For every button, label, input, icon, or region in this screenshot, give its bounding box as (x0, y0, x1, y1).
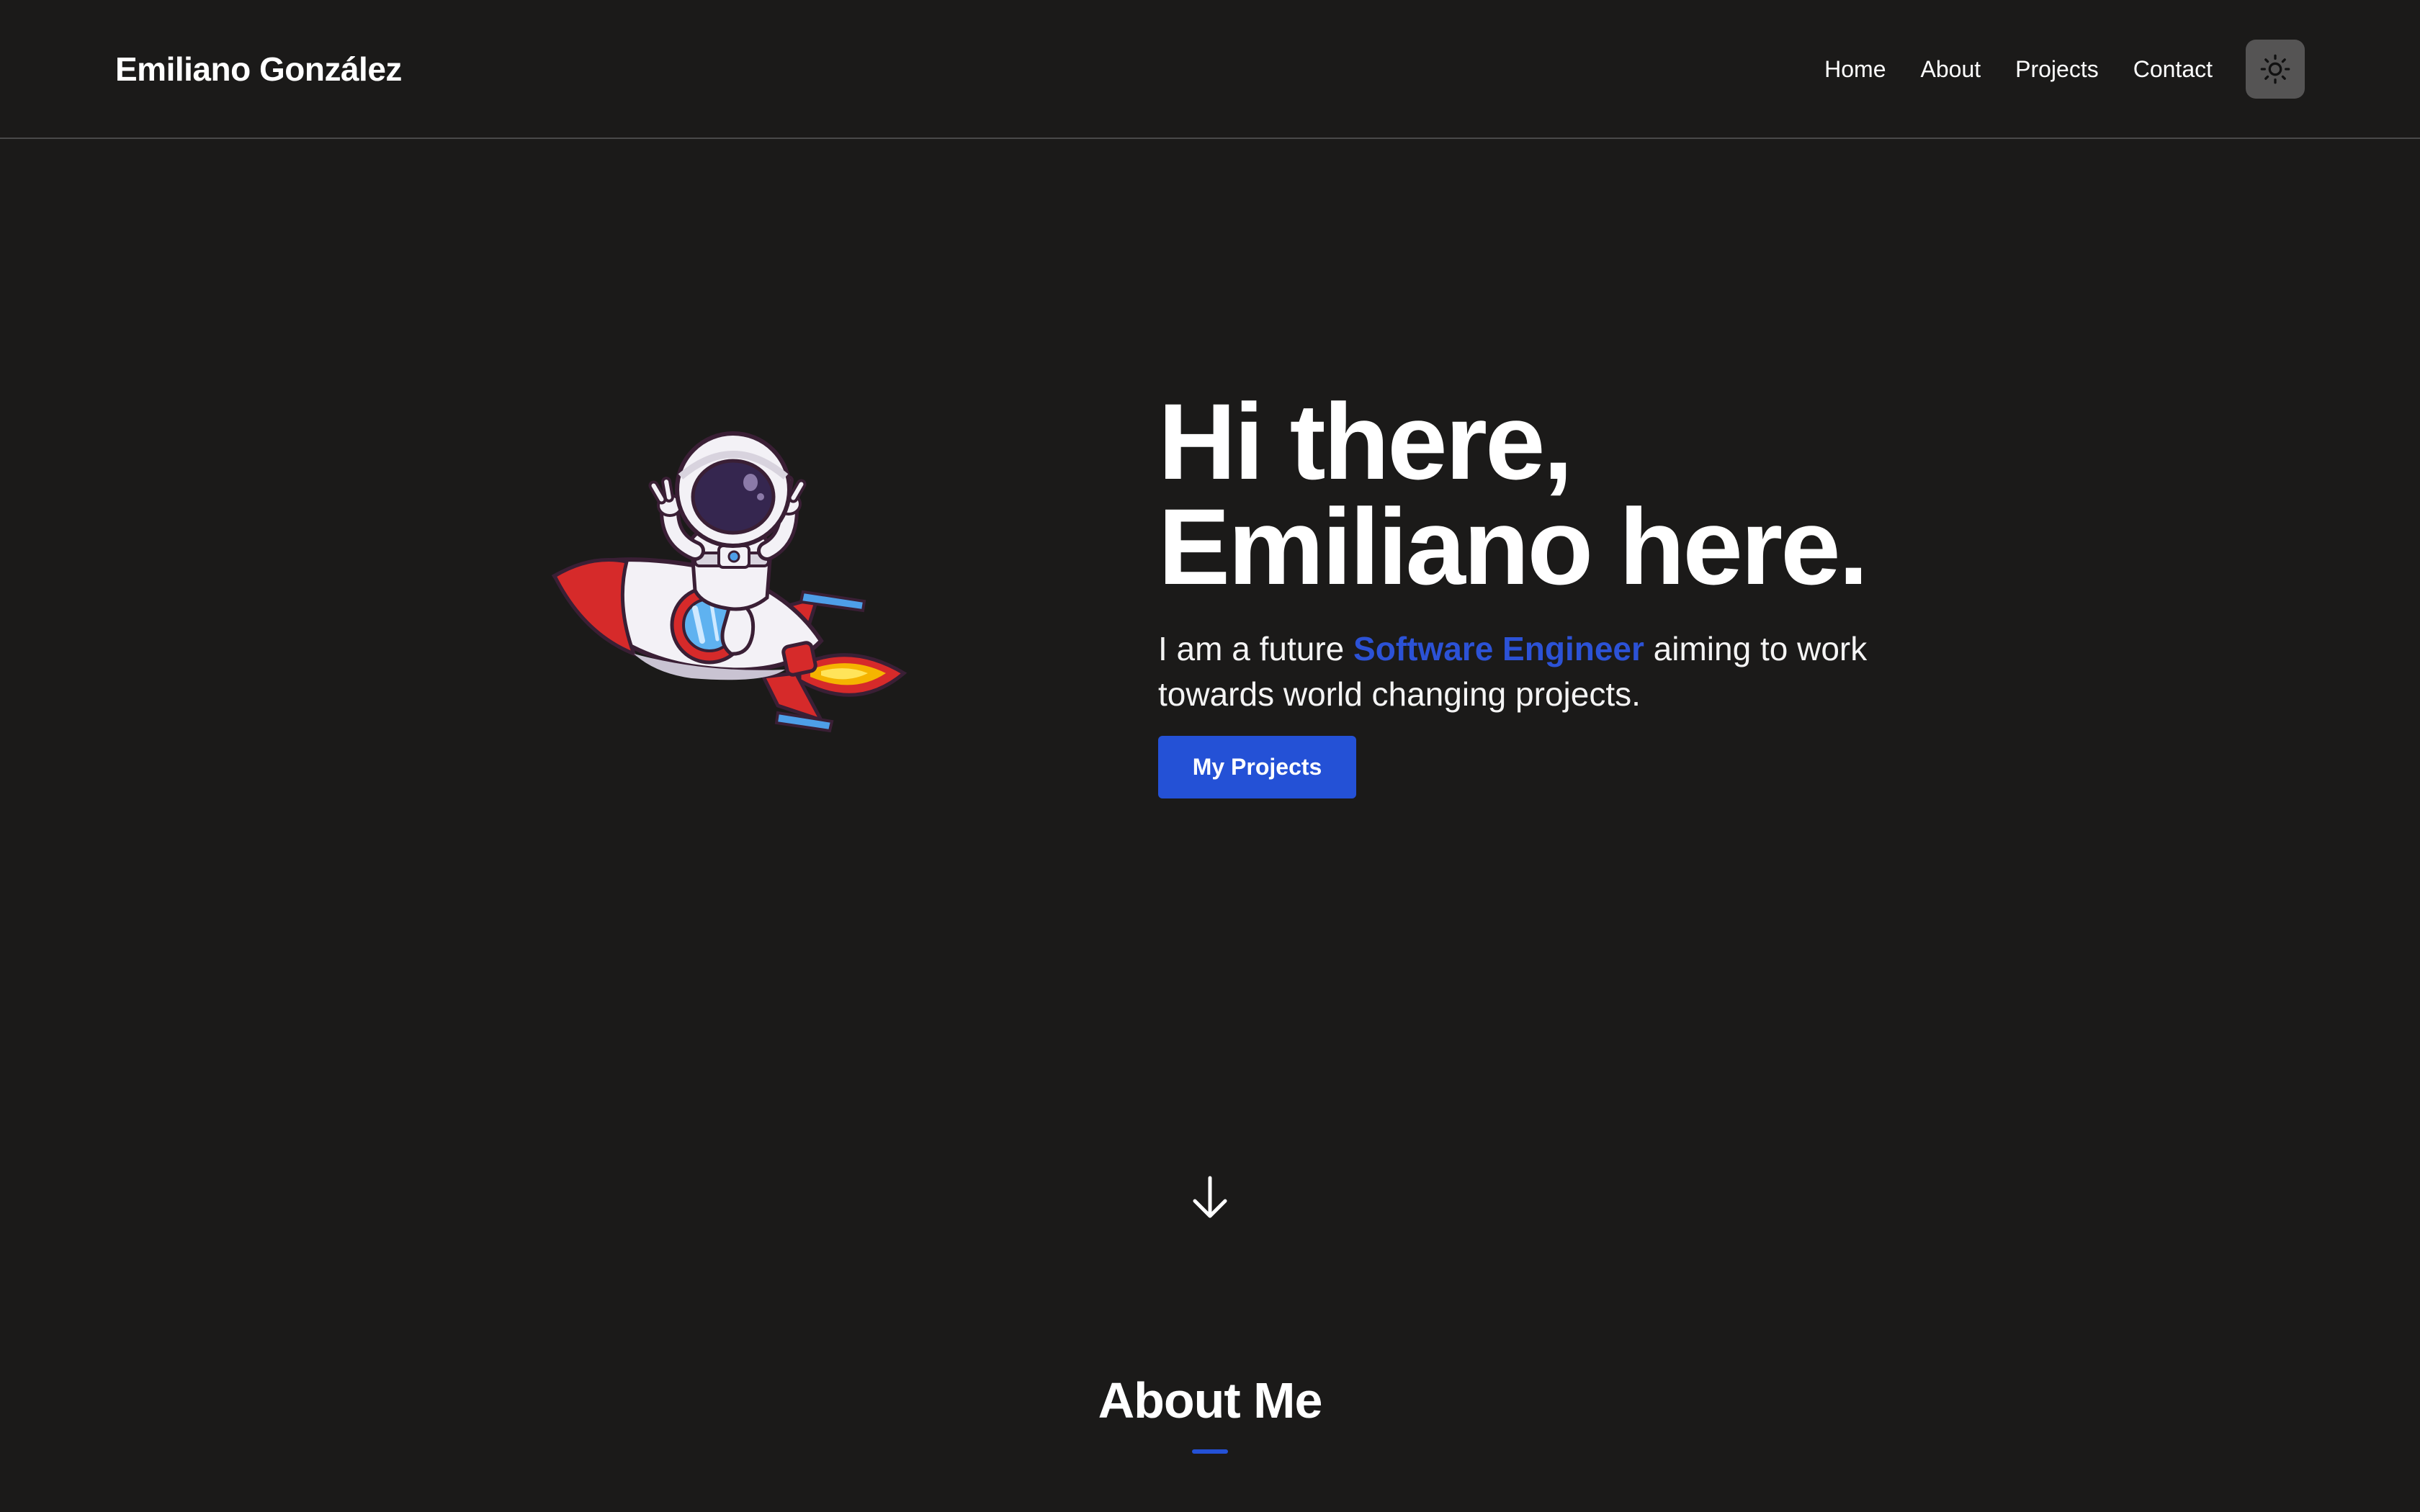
hero-subtitle-prefix: I am a future (1158, 630, 1354, 667)
hero-subtitle: I am a future Software Engineer aiming t… (1158, 626, 1893, 717)
site-header: Emiliano González Home About Projects Co… (0, 0, 2420, 139)
about-title-underline (1192, 1449, 1228, 1454)
hero-title: Hi there, Emiliano here. (1158, 387, 1950, 600)
astronaut-rocket-illustration (551, 431, 908, 733)
main-nav: Home About Projects Contact (1824, 53, 2213, 86)
hero-subtitle-accent: Software Engineer (1353, 630, 1644, 667)
nav-link-contact[interactable]: Contact (2133, 53, 2213, 86)
rocket-nose (552, 558, 637, 657)
about-section-title: About Me (1098, 1372, 1323, 1428)
page: Emiliano González Home About Projects Co… (0, 0, 2420, 1512)
rocket-nozzle (781, 641, 817, 677)
my-projects-button[interactable]: My Projects (1158, 736, 1356, 798)
nav-link-about[interactable]: About (1921, 53, 1981, 86)
nav-link-projects[interactable]: Projects (2015, 53, 2099, 86)
arrow-down-icon[interactable] (1189, 1174, 1231, 1221)
hero-section: Hi there, Emiliano here. I am a future S… (1158, 387, 1950, 798)
sun-icon (2260, 54, 2290, 84)
hero-title-line2: Emiliano here. (1158, 486, 1868, 607)
brand-name[interactable]: Emiliano González (115, 48, 402, 91)
hero-title-line1: Hi there, (1158, 381, 1573, 502)
theme-toggle-button[interactable] (2246, 40, 2305, 99)
nav-link-home[interactable]: Home (1824, 53, 1886, 86)
